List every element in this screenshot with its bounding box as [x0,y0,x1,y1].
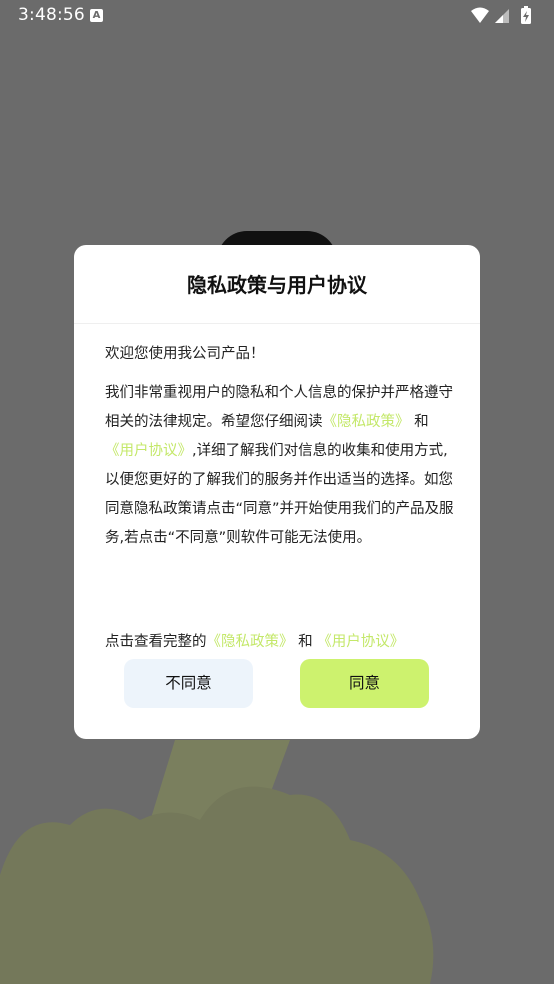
notification-a-icon: A [90,9,103,22]
status-bar: 3:48:56 A [0,0,554,32]
view-prefix-text: 点击查看完整的 [105,634,207,650]
dialog-divider [74,323,480,324]
view-full-terms-line: 点击查看完整的《隐私政策》 和 《用户协议》 [105,628,465,656]
privacy-policy-link[interactable]: 《隐私政策》 [323,414,410,430]
view-privacy-policy-link[interactable]: 《隐私政策》 [207,634,294,650]
policy-paragraph: 我们非常重视用户的隐私和个人信息的保护并严格遵守相关的法律规定。希望您仔细阅读《… [105,379,455,553]
signal-icon [495,9,509,23]
dialog-body: 欢迎您使用我公司产品！ 我们非常重视用户的隐私和个人信息的保护并严格遵守相关的法… [105,340,455,553]
status-icons [470,6,538,26]
agree-button[interactable]: 同意 [300,659,429,708]
welcome-text: 欢迎您使用我公司产品！ [105,346,265,362]
view-user-agreement-link[interactable]: 《用户协议》 [317,634,404,650]
wifi-icon [471,7,489,23]
privacy-dialog: 隐私政策与用户协议 欢迎您使用我公司产品！ 我们非常重视用户的隐私和个人信息的保… [74,245,480,739]
user-agreement-link[interactable]: 《用户协议》 [105,443,192,459]
battery-charging-icon [521,6,531,24]
dialog-title: 隐私政策与用户协议 [187,273,367,297]
and-text: 和 [414,414,429,430]
disagree-button[interactable]: 不同意 [124,659,253,708]
screen: 3:48:56 A 隐私政策与用户协议 欢迎您使用我公司产品！ 我们非常重视用户… [0,0,554,984]
view-and-text: 和 [298,634,313,650]
status-time: 3:48:56 [18,5,85,25]
background-illustration [0,740,434,984]
